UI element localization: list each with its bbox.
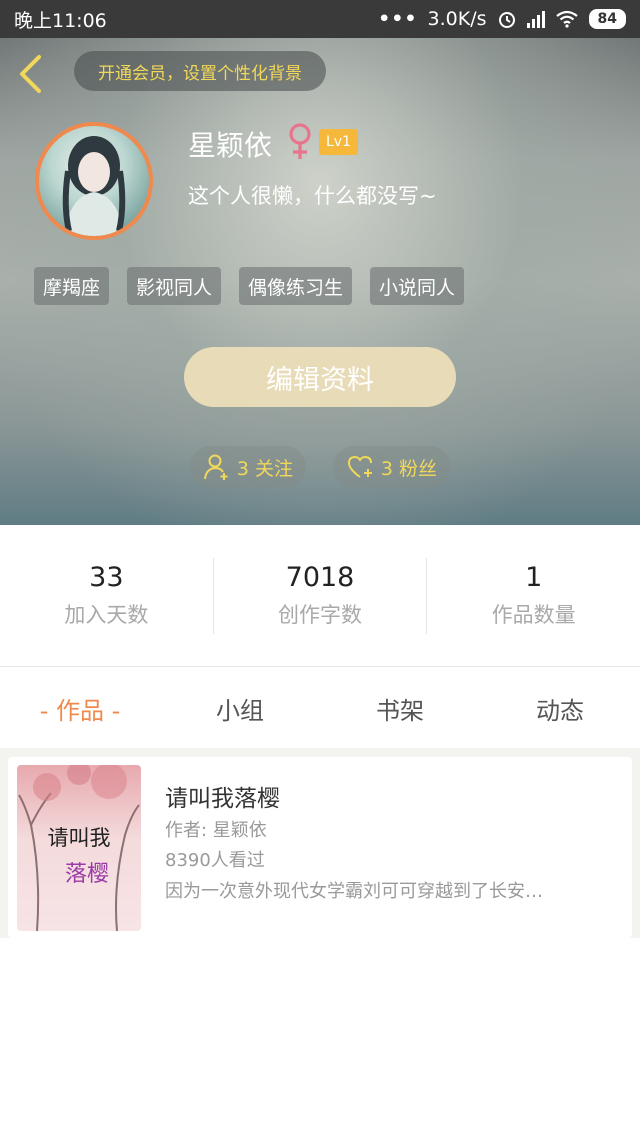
add-user-icon bbox=[203, 454, 228, 480]
profile-header: 开通会员，设置个性化背景 星颖依 Lv1 这个人很懒，什么都没写~ 摩羯座 影视… bbox=[0, 38, 640, 525]
status-icons: ••• 3.0K/s 84 bbox=[378, 8, 626, 30]
network-speed: 3.0K/s bbox=[427, 8, 487, 30]
cover-image: 请叫我 落樱 bbox=[17, 765, 141, 931]
stat-word-count: 7018 创作字数 bbox=[214, 557, 428, 634]
work-card[interactable]: 请叫我 落樱 请叫我落樱 作者: 星颖依 8390人看过 因为一次意外现代女学霸… bbox=[8, 757, 632, 938]
username: 星颖依 bbox=[188, 129, 273, 162]
tag-item[interactable]: 偶像练习生 bbox=[239, 267, 353, 305]
tab-works[interactable]: - 作品 - bbox=[0, 691, 160, 726]
female-icon bbox=[289, 123, 311, 159]
work-title[interactable]: 请叫我落樱 bbox=[165, 779, 280, 813]
battery-icon: 84 bbox=[588, 9, 626, 29]
tag-item[interactable]: 影视同人 bbox=[127, 267, 222, 305]
stat-works-count: 1 作品数量 bbox=[427, 558, 640, 634]
alarm-icon bbox=[498, 12, 515, 28]
fans-button[interactable]: 3 粉丝 bbox=[333, 446, 451, 488]
profile-tabs: - 作品 - 小组 书架 动态 bbox=[0, 668, 640, 748]
status-bar: 晚上11:06 ••• 3.0K/s 84 bbox=[0, 0, 640, 38]
tag-item[interactable]: 摩羯座 bbox=[34, 267, 110, 305]
tab-bookshelf[interactable]: 书架 bbox=[320, 691, 480, 726]
bio-text: 这个人很懒，什么都没写~ bbox=[188, 184, 437, 208]
tag-item[interactable]: 小说同人 bbox=[370, 267, 465, 305]
stat-value: 33 bbox=[89, 562, 124, 593]
book-cover[interactable]: 请叫我 落樱 bbox=[17, 765, 141, 931]
chevron-left-icon[interactable] bbox=[14, 54, 48, 94]
follows-label: 3 关注 bbox=[236, 457, 294, 480]
work-description: 因为一次意外现代女学霸刘可可穿越到了长安… bbox=[165, 881, 543, 902]
avatar-image bbox=[62, 136, 126, 236]
stat-label: 作品数量 bbox=[491, 603, 576, 627]
stat-value: 1 bbox=[525, 562, 543, 593]
heart-add-icon bbox=[347, 455, 372, 478]
stat-label: 加入天数 bbox=[64, 603, 149, 627]
edit-profile-button[interactable]: 编辑资料 bbox=[184, 347, 456, 407]
tab-groups[interactable]: 小组 bbox=[160, 691, 320, 726]
fans-label: 3 粉丝 bbox=[380, 457, 438, 480]
level-badge: Lv1 bbox=[319, 129, 358, 155]
signal-icon bbox=[526, 10, 545, 28]
status-time: 晚上11:06 bbox=[14, 9, 107, 32]
stat-join-days: 33 加入天数 bbox=[0, 557, 214, 634]
tab-activity[interactable]: 动态 bbox=[480, 691, 640, 726]
stat-value: 7018 bbox=[285, 562, 355, 593]
wifi-icon bbox=[555, 10, 578, 28]
stat-label: 创作字数 bbox=[278, 603, 362, 627]
avatar[interactable] bbox=[35, 122, 153, 240]
follows-button[interactable]: 3 关注 bbox=[190, 446, 306, 488]
cover-title-line1: 请叫我 bbox=[48, 826, 111, 850]
dots-icon: ••• bbox=[378, 8, 418, 30]
tag-list: 摩羯座 影视同人 偶像练习生 小说同人 bbox=[34, 267, 465, 305]
work-author: 作者: 星颖依 bbox=[165, 820, 267, 841]
stats-bar: 33 加入天数 7018 创作字数 1 作品数量 bbox=[0, 525, 640, 667]
cover-title-line2: 落樱 bbox=[65, 862, 109, 887]
vip-background-button[interactable]: 开通会员，设置个性化背景 bbox=[74, 51, 326, 91]
work-views: 8390人看过 bbox=[165, 850, 265, 871]
